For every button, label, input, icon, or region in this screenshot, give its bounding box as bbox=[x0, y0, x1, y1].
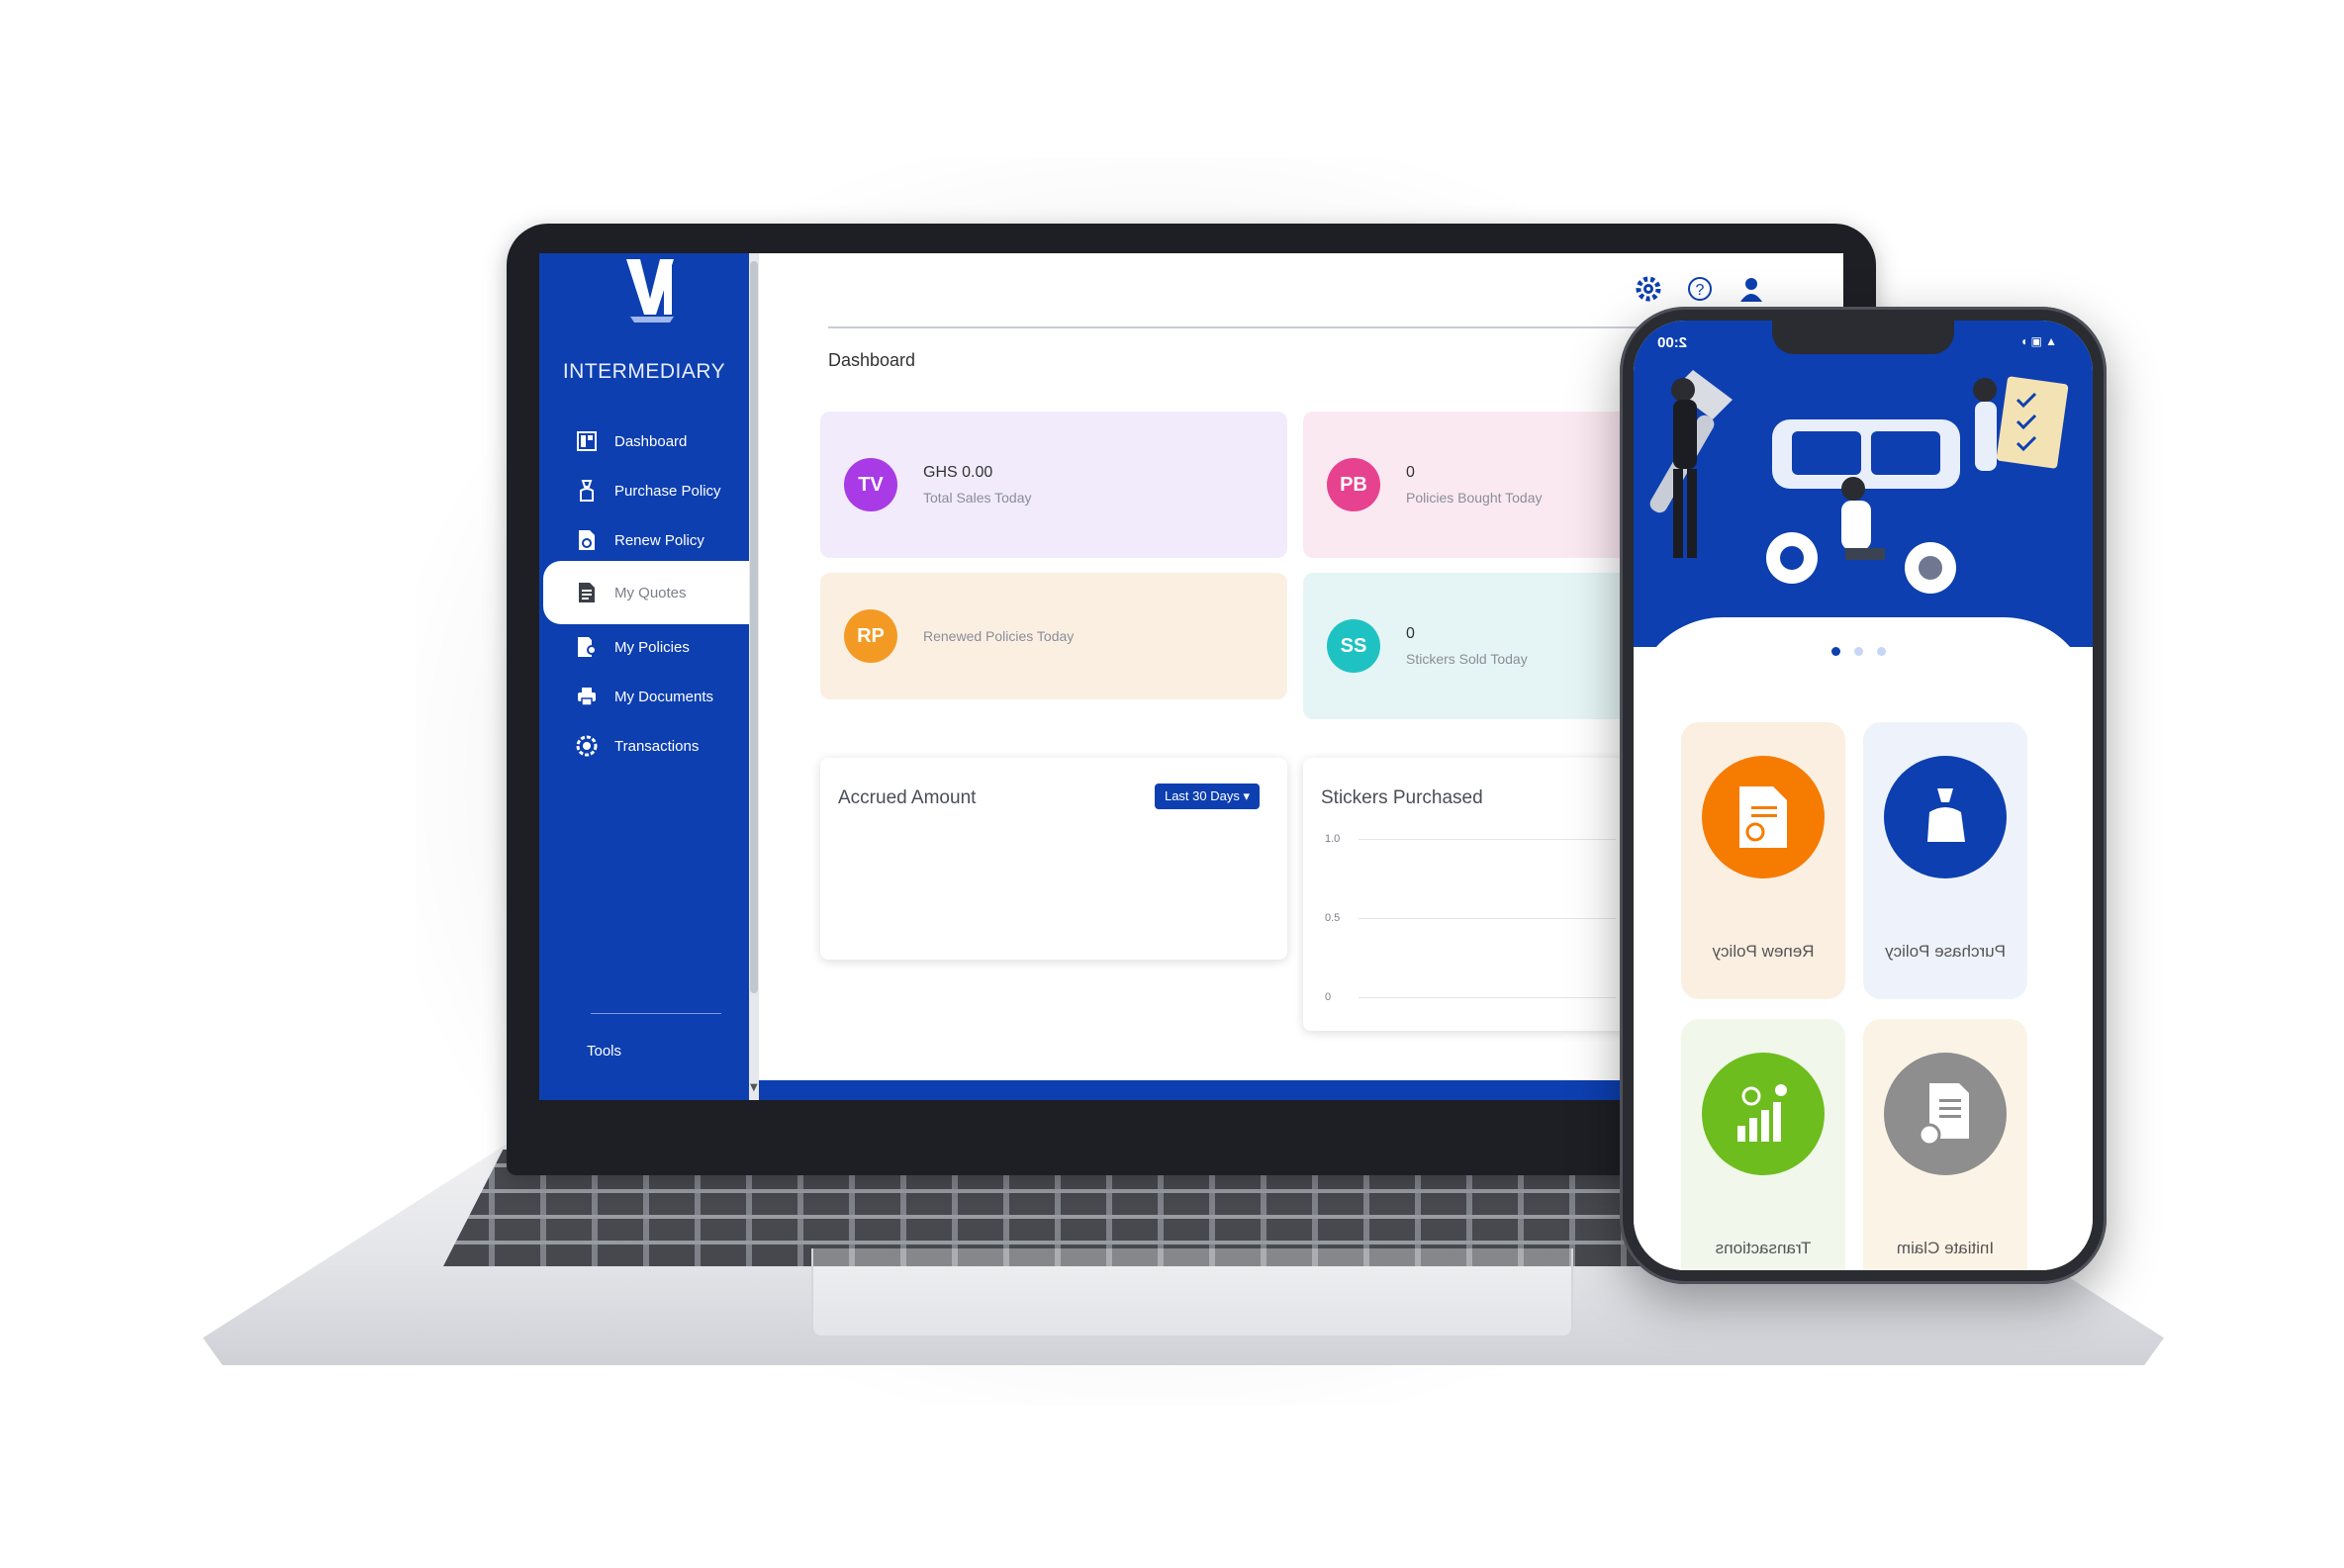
stat-label: Total Sales Today bbox=[923, 490, 1032, 506]
grid-line bbox=[1359, 997, 1616, 998]
sidebar-item-label: Transactions bbox=[614, 737, 700, 755]
stat-label: Stickers Sold Today bbox=[1406, 651, 1528, 667]
stat-text: GHS 0.00 Total Sales Today bbox=[923, 464, 1031, 506]
stat-card-renewed-policies: RP Renewed Policies Today bbox=[820, 573, 1287, 699]
stat-value: 0 bbox=[1406, 464, 1415, 481]
tile-purchase-policy[interactable]: Purchase Policy bbox=[1863, 722, 2027, 999]
policies-icon bbox=[575, 635, 599, 659]
user-profile-icon[interactable] bbox=[1737, 275, 1765, 303]
stat-value: 0 bbox=[1406, 625, 1415, 642]
purchase-policy-icon bbox=[1884, 756, 2007, 878]
stat-text: 0 Policies Bought Today bbox=[1406, 464, 1543, 506]
sidebar-item-transactions[interactable]: Transactions bbox=[539, 714, 749, 778]
sidebar-tools[interactable]: Tools bbox=[587, 1043, 621, 1060]
sidebar-item-label: My Policies bbox=[614, 638, 690, 656]
gear-badge-icon bbox=[575, 734, 599, 758]
carousel-dot[interactable] bbox=[1877, 647, 1886, 656]
accrued-amount-panel: Accrued Amount Last 30 Days ▾ bbox=[820, 758, 1287, 960]
settings-gear-icon[interactable] bbox=[1635, 275, 1662, 303]
hand-money-icon bbox=[575, 479, 599, 503]
quote-document-icon bbox=[575, 581, 599, 604]
stat-badge: RP bbox=[844, 609, 897, 663]
caret-down-icon: ▾ bbox=[1243, 788, 1250, 803]
panel-title: Accrued Amount bbox=[838, 787, 977, 808]
y-tick: 1.0 bbox=[1325, 833, 1341, 845]
grid-line bbox=[1359, 839, 1616, 840]
y-tick: 0.5 bbox=[1325, 912, 1341, 924]
sidebar-divider bbox=[591, 1013, 721, 1014]
carousel-dot[interactable] bbox=[1854, 647, 1863, 656]
stat-card-total-sales: TV GHS 0.00 Total Sales Today bbox=[820, 412, 1287, 558]
grid-line bbox=[1359, 918, 1616, 919]
stat-badge: SS bbox=[1327, 619, 1380, 673]
phone-screen: 2:00 ◖ ▣ ▲ Renew Policy Purchase Policy … bbox=[1634, 321, 2093, 1270]
phone: 2:00 ◖ ▣ ▲ Renew Policy Purchase Policy … bbox=[1620, 307, 2107, 1284]
stat-badge: PB bbox=[1327, 458, 1380, 511]
date-range-label: Last 30 Days bbox=[1164, 788, 1240, 803]
stat-label: Renewed Policies Today bbox=[923, 628, 1075, 644]
stat-text: Renewed Policies Today bbox=[923, 628, 1074, 644]
stat-value: GHS 0.00 bbox=[923, 464, 993, 481]
help-icon[interactable]: ? bbox=[1686, 275, 1714, 303]
stat-text: 0 Stickers Sold Today bbox=[1406, 625, 1528, 667]
sidebar-scrollbar[interactable]: ▼ bbox=[749, 253, 759, 1100]
page-title: Dashboard bbox=[828, 350, 916, 370]
status-time-text: 2:00 bbox=[1657, 334, 1688, 351]
sidebar-item-label: Purchase Policy bbox=[614, 482, 721, 500]
product-mockup: INTERMEDIARY Dashboard Purchase Policy R… bbox=[0, 0, 2344, 1568]
scrollbar-thumb[interactable] bbox=[750, 261, 758, 993]
dashboard-icon bbox=[575, 429, 599, 453]
stat-badge: TV bbox=[844, 458, 897, 511]
initiate-claim-icon bbox=[1884, 1053, 2007, 1175]
scroll-down-icon[interactable]: ▼ bbox=[750, 1082, 758, 1093]
printer-icon bbox=[575, 685, 599, 708]
tile-label: Transactions bbox=[1715, 1239, 1812, 1257]
y-tick: 0 bbox=[1325, 991, 1332, 1003]
sidebar-item-label: My Quotes bbox=[614, 584, 687, 601]
panel-title: Stickers Purchased bbox=[1321, 787, 1483, 808]
transactions-chart-icon bbox=[1702, 1053, 1825, 1175]
company-logo bbox=[626, 259, 674, 323]
laptop-trackpad bbox=[811, 1248, 1573, 1337]
tile-label: Purchase Policy bbox=[1885, 942, 2006, 961]
stat-label: Policies Bought Today bbox=[1406, 490, 1543, 506]
date-range-dropdown[interactable]: Last 30 Days ▾ bbox=[1154, 784, 1260, 809]
phone-notch bbox=[1772, 321, 1954, 354]
tile-transactions[interactable]: Transactions bbox=[1681, 1019, 1845, 1270]
status-time: 2:00 bbox=[1657, 334, 1687, 351]
renew-policy-icon bbox=[1702, 756, 1825, 878]
svg-text:?: ? bbox=[1696, 282, 1705, 299]
document-refresh-icon bbox=[575, 528, 599, 552]
tile-initiate-claim[interactable]: Initiate Claim bbox=[1863, 1019, 2027, 1270]
carousel-dots[interactable] bbox=[1831, 647, 1886, 656]
tile-label: Renew Policy bbox=[1712, 942, 1815, 961]
sidebar-item-label: Dashboard bbox=[614, 432, 688, 450]
sidebar: INTERMEDIARY Dashboard Purchase Policy R… bbox=[539, 253, 749, 1100]
sidebar-item-label: My Documents bbox=[614, 688, 714, 705]
phone-hero: 2:00 ◖ ▣ ▲ bbox=[1634, 321, 2093, 647]
tile-label: Initiate Claim bbox=[1896, 1239, 1995, 1257]
topbar-actions: ? bbox=[1635, 275, 1765, 303]
sidebar-item-label: Renew Policy bbox=[614, 531, 704, 549]
brand-title: INTERMEDIARY bbox=[562, 360, 726, 383]
carousel-dot-active[interactable] bbox=[1831, 647, 1840, 656]
tile-renew-policy[interactable]: Renew Policy bbox=[1681, 722, 1845, 999]
mechanics-illustration bbox=[1649, 370, 2069, 594]
status-icons: ◖ ▣ ▲ bbox=[2019, 334, 2057, 348]
